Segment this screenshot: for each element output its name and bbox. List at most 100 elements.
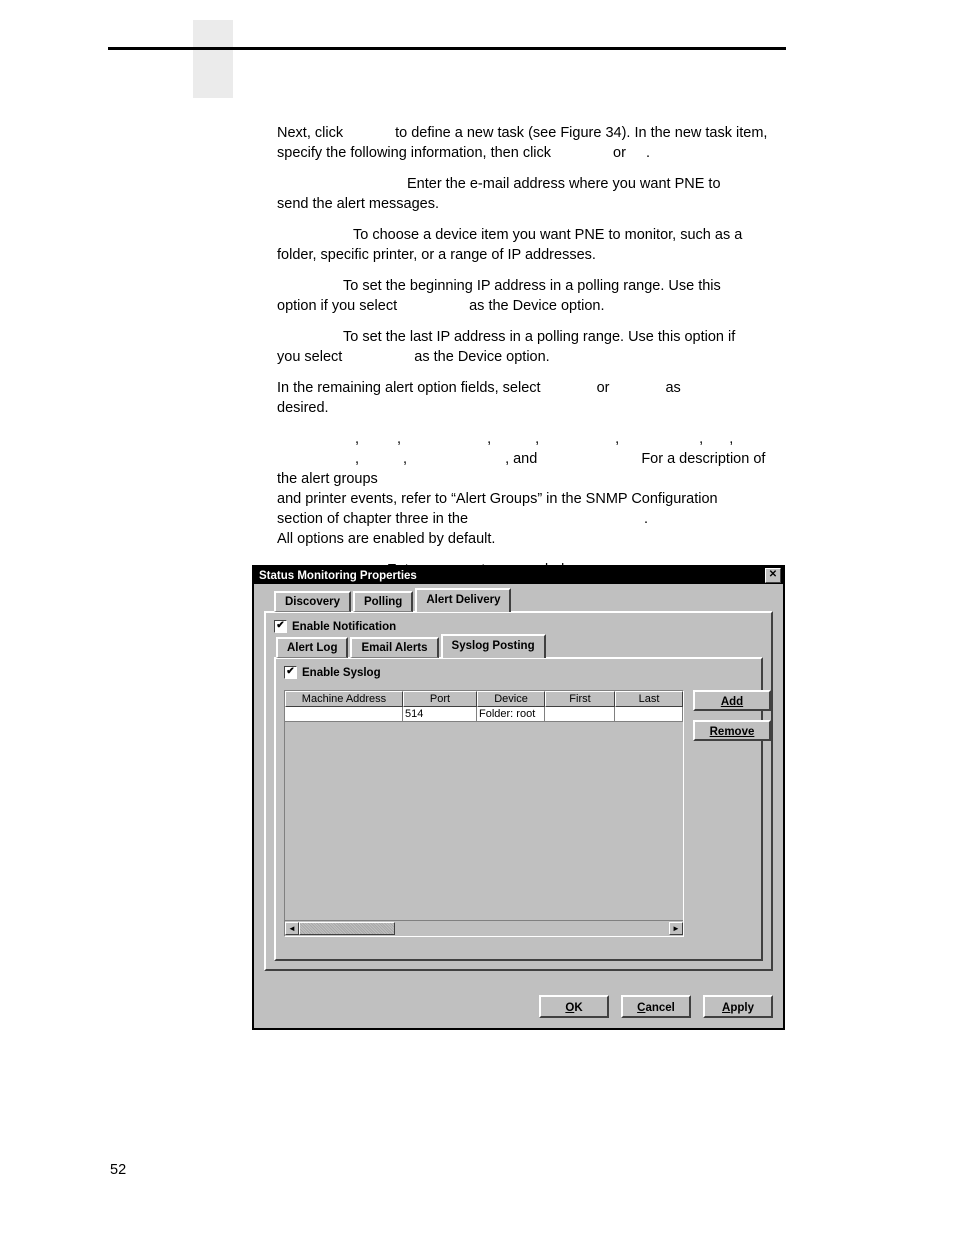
p5-part-a: To set the last IP address in a polling … [343,329,736,345]
cell-first[interactable] [545,707,615,722]
p1-part-c: specify the following information, then … [277,145,552,161]
scroll-track[interactable] [395,922,669,935]
paragraph-email-address: Enter the e-mail address where you want … [277,174,787,214]
p7-part-m: section of chapter three in the [277,511,469,527]
table-row[interactable]: 514 Folder: root [285,707,683,722]
page-number: 52 [110,1162,127,1178]
p6-part-d: desired. [277,400,329,416]
cancel-button-label: ancel [645,1002,675,1014]
alert-delivery-panel: ✔ Enable Notification Alert Log Email Al… [264,611,773,971]
enable-syslog-row[interactable]: ✔ Enable Syslog [276,659,761,684]
p7-part-o: All options are enabled by default. [277,531,496,547]
tab-alert-log[interactable]: Alert Log [276,637,349,658]
p7-sep-j: , and [505,451,538,467]
paragraph-next-click: Next, click to define a new task (see Fig… [277,123,787,163]
dialog-body: Discovery Polling Alert Delivery ✔ Enabl… [254,584,783,971]
p2-part-a: Enter the e-mail address where you want … [407,176,721,192]
scroll-right-icon[interactable]: ► [669,922,683,935]
paragraph-device: To choose a device item you want PNE to … [277,225,787,265]
ok-button[interactable]: OK [539,995,609,1018]
paragraph-last-ip: To set the last IP address in a polling … [277,327,787,367]
p7-sep-c: , [487,431,492,447]
tab-syslog-posting[interactable]: Syslog Posting [440,634,546,658]
outer-tab-row: Discovery Polling Alert Delivery [274,588,773,612]
tab-discovery[interactable]: Discovery [274,591,351,612]
cell-machine-address[interactable] [285,707,403,722]
p1-part-d: or [613,145,626,161]
apply-button[interactable]: Apply [703,995,773,1018]
paragraph-alert-groups-list: ,,,,,,, ,,, and For a description of the … [277,429,787,549]
remove-button[interactable]: Remove [693,720,771,741]
tab-email-alerts[interactable]: Email Alerts [350,637,439,658]
p7-sep-g: , [729,431,734,447]
p7-part-n: . [644,511,649,527]
p5-part-b: you select [277,349,343,365]
add-button-label: Add [720,696,744,708]
scroll-thumb[interactable] [299,922,395,935]
cell-last[interactable] [615,707,683,722]
ok-button-mnemonic: O [565,1002,575,1014]
cell-device[interactable]: Folder: root [477,707,545,722]
p7-sep-a: , [355,431,360,447]
tab-polling[interactable]: Polling [352,591,414,612]
remove-button-label: Remove [709,726,755,738]
p7-sep-e: , [615,431,620,447]
tab-discovery-label: Discovery [285,596,340,608]
p7-sep-f: , [699,431,704,447]
p6-part-c: as [665,380,681,396]
p3-part-a: To choose a device item you want PNE to … [353,227,743,243]
dialog-titlebar[interactable]: Status Monitoring Properties ✕ [254,567,783,584]
column-header-device[interactable]: Device [477,691,545,707]
dialog-title: Status Monitoring Properties [259,569,417,582]
p6-part-a: In the remaining alert option fields, se… [277,380,541,396]
tab-email-alerts-label: Email Alerts [361,642,428,654]
tab-alert-log-label: Alert Log [287,642,338,654]
column-header-last[interactable]: Last [615,691,683,707]
p5-part-c: as the Device option. [414,349,550,365]
header-decoration-block [193,20,233,98]
scroll-left-icon[interactable]: ◄ [285,922,299,935]
column-header-first[interactable]: First [545,691,615,707]
enable-syslog-label: Enable Syslog [302,666,381,679]
p7-sep-i: , [403,451,408,467]
header-rule [108,47,786,50]
ok-button-label: K [574,1002,583,1014]
tab-alert-delivery[interactable]: Alert Delivery [415,588,512,612]
table-side-buttons: Add Remove [693,690,771,937]
tab-polling-label: Polling [363,596,403,608]
p1-part-e: . [645,145,650,161]
close-icon[interactable]: ✕ [765,568,781,583]
cell-port[interactable]: 514 [403,707,477,722]
p7-part-l: and printer events, refer to “Alert Grou… [277,491,718,507]
syslog-table-area: Machine Address Port Device First Last 5… [284,690,771,937]
p4-part-a: To set the beginning IP address in a pol… [343,278,721,294]
p1-part-a: Next, click [277,125,344,141]
page-body-text: Next, click to define a new task (see Fig… [277,123,787,591]
p7-sep-h: , [355,451,360,467]
table-empty-area [285,722,683,920]
column-header-port[interactable]: Port [403,691,477,707]
add-button[interactable]: Add [693,690,771,711]
paragraph-remaining-options: In the remaining alert option fields, se… [277,378,787,418]
status-monitoring-properties-dialog: Status Monitoring Properties ✕ Discovery… [252,565,785,1030]
syslog-posting-panel: ✔ Enable Syslog Machine Address Port Dev… [274,657,771,961]
enable-syslog-checkbox[interactable]: ✔ [284,666,297,679]
enable-notification-checkbox[interactable]: ✔ [274,620,287,633]
p3-part-b: folder, specific printer, or a range of … [277,247,596,263]
column-header-machine-address[interactable]: Machine Address [285,691,403,707]
paragraph-first-ip: To set the beginning IP address in a pol… [277,276,787,316]
table-horizontal-scrollbar[interactable]: ◄ ► [285,920,683,936]
syslog-table[interactable]: Machine Address Port Device First Last 5… [284,690,684,937]
dialog-footer-buttons: OK Cancel Apply [527,995,773,1018]
apply-button-label: pply [730,1002,754,1014]
p7-sep-d: , [535,431,540,447]
tab-alert-delivery-label: Alert Delivery [426,594,501,606]
cancel-button[interactable]: Cancel [621,995,691,1018]
p4-part-c: as the Device option. [469,298,605,314]
p4-part-b: option if you select [277,298,398,314]
enable-notification-label: Enable Notification [292,620,397,633]
tab-syslog-posting-label: Syslog Posting [451,640,535,652]
table-header-row: Machine Address Port Device First Last [285,691,683,707]
p1-part-b: to define a new task (see Figure 34). In… [395,125,768,141]
p6-part-b: or [596,380,610,396]
